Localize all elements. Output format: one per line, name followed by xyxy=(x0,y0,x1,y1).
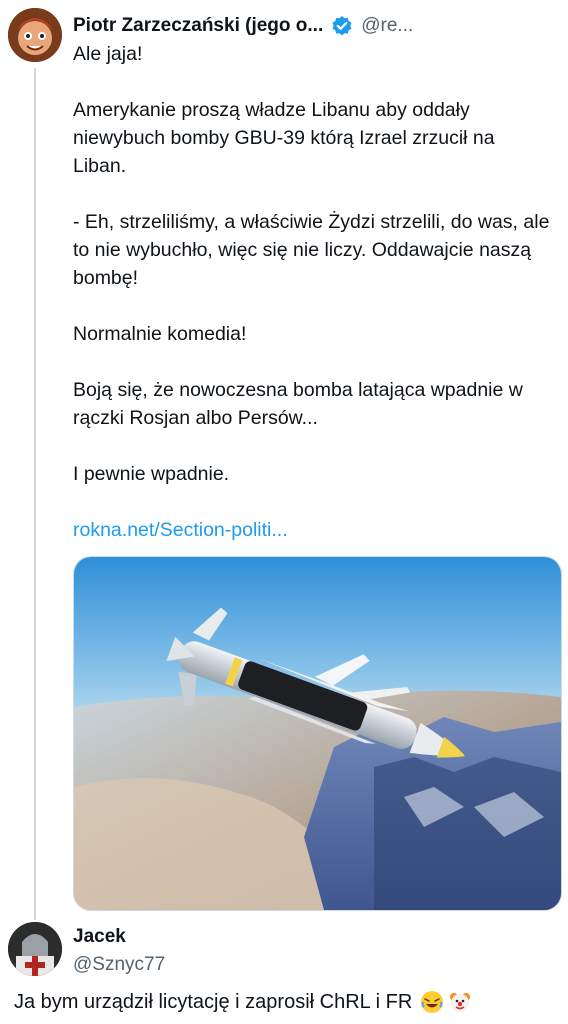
thread-connector-line xyxy=(34,68,36,920)
reply-author-handle[interactable]: @Sznyc77 xyxy=(73,954,165,976)
tweet-media-image[interactable] xyxy=(73,556,562,911)
reply-body: Ja bym urządził licytację i zaprosił ChR… xyxy=(14,988,472,1016)
reply-author-name[interactable]: Jacek xyxy=(73,926,126,948)
reply-text: Ja bym urządził licytację i zaprosił ChR… xyxy=(14,991,413,1013)
article-link[interactable]: rokna.net/Section-politi... xyxy=(73,516,553,544)
tweet-paragraph: I pewnie wpadnie. xyxy=(73,463,230,485)
author-name[interactable]: Piotr Zarzeczański (jego o... xyxy=(73,15,323,37)
tweet-header: Piotr Zarzeczański (jego o... @re... xyxy=(73,12,560,40)
tweet-body: Ale jaja! Amerykanie proszą władze Liban… xyxy=(73,40,553,544)
author-avatar[interactable] xyxy=(8,8,62,62)
tweet-paragraph: Normalnie komedia! xyxy=(73,323,247,345)
verified-badge-icon xyxy=(331,15,353,37)
tweet-paragraph: - Eh, strzeliliśmy, a właściwie Żydzi st… xyxy=(73,211,550,289)
tweet-paragraph: Amerykanie proszą władze Libanu aby odda… xyxy=(73,99,495,177)
author-handle[interactable]: @re... xyxy=(361,15,413,37)
reply-author-avatar[interactable] xyxy=(8,922,62,976)
rolling-on-floor-laughing-emoji-icon xyxy=(420,990,444,1014)
clown-face-emoji-icon xyxy=(448,990,472,1014)
tweet-paragraph: Boją się, że nowoczesna bomba latająca w… xyxy=(73,379,523,429)
tweet-paragraph: Ale jaja! xyxy=(73,43,143,65)
